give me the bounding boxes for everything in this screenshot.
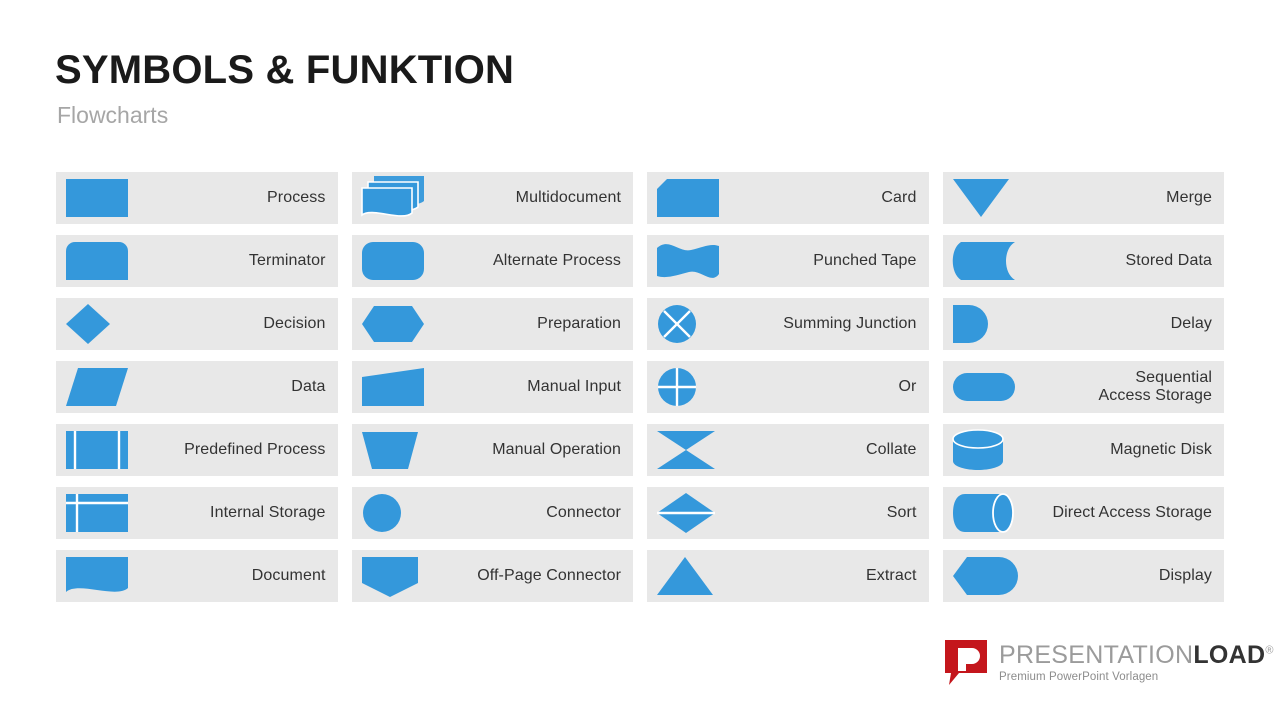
terminator-icon (66, 239, 138, 283)
summing-junction-icon (657, 302, 729, 346)
sort-icon (657, 491, 729, 535)
symbol-label: Internal Storage (210, 504, 326, 522)
symbol-label: Alternate Process (493, 252, 621, 270)
symbol-row[interactable]: Terminator (56, 235, 338, 287)
manual-operation-icon (361, 428, 434, 472)
symbol-label: Terminator (248, 252, 326, 270)
symbol-label: Predefined Process (184, 441, 326, 459)
symbol-row[interactable]: Collate (647, 424, 929, 476)
symbol-label: Merge (1166, 189, 1212, 207)
symbol-label: Card (881, 189, 917, 207)
symbol-row[interactable]: Multidocument (351, 172, 633, 224)
logo-name-light: PRESENTATION (999, 641, 1194, 669)
predefined-process-icon (66, 428, 138, 472)
symbol-row[interactable]: Delay (942, 298, 1224, 350)
symbol-label: Process (267, 189, 326, 207)
symbol-label: Stored Data (1125, 252, 1212, 270)
symbol-label: Display (1158, 567, 1212, 585)
symbol-row[interactable]: Alternate Process (351, 235, 633, 287)
logo-wordmark: PRESENTATIONLOAD® Premium PowerPoint Vor… (999, 642, 1274, 683)
symbol-label: Sequential Access Storage (1098, 369, 1212, 404)
symbol-row[interactable]: Preparation (351, 298, 633, 350)
internal-storage-icon (66, 491, 138, 535)
symbol-column-4: Merge Stored Data Delay Sequential Access St… (942, 172, 1224, 602)
multidocument-icon (360, 176, 434, 220)
registered-mark-icon: ® (1265, 644, 1274, 657)
symbol-row[interactable]: Merge (942, 172, 1224, 224)
symbol-row[interactable]: Extract (647, 550, 929, 602)
punched-tape-icon (657, 239, 729, 283)
symbol-label: Collate (865, 441, 917, 459)
symbol-label: Punched Tape (813, 252, 917, 270)
symbol-label: Preparation (537, 315, 621, 333)
symbol-row[interactable]: Connector (351, 487, 633, 539)
alternate-process-icon (361, 239, 434, 283)
process-icon (66, 176, 138, 220)
symbol-row[interactable]: Document (56, 550, 338, 602)
page-subtitle: Flowcharts (57, 102, 169, 128)
symbol-row[interactable]: Stored Data (942, 235, 1224, 287)
symbol-label: Magnetic Disk (1110, 441, 1212, 459)
symbol-label: Off-Page Connector (477, 567, 621, 585)
symbol-label: Connector (546, 504, 621, 522)
symbol-row[interactable]: Internal Storage (56, 487, 338, 539)
decision-icon (66, 302, 138, 346)
sequential-access-storage-icon (952, 365, 1025, 409)
connector-icon (362, 491, 434, 535)
symbol-row[interactable]: Summing Junction (647, 298, 929, 350)
delay-icon (952, 302, 1025, 346)
symbol-row[interactable]: Manual Input (351, 361, 633, 413)
symbol-row[interactable]: Sequential Access Storage (942, 361, 1224, 413)
logo-name-bold: LOAD (1193, 641, 1266, 669)
symbol-label: Multidocument (515, 189, 621, 207)
symbol-row[interactable]: Card (647, 172, 929, 224)
symbol-row[interactable]: Display (942, 550, 1224, 602)
symbol-row[interactable]: Sort (647, 487, 929, 539)
or-icon (657, 365, 729, 409)
symbol-label: Extract (866, 567, 917, 585)
presentationload-logo: PRESENTATIONLOAD® Premium PowerPoint Vor… (945, 638, 1273, 694)
symbol-row[interactable]: Off-Page Connector (351, 550, 633, 602)
symbol-label: Manual Input (527, 378, 621, 396)
manual-input-icon (361, 365, 434, 409)
symbol-row[interactable]: Process (56, 172, 338, 224)
merge-icon (952, 176, 1025, 220)
symbol-column-3: Card Punched Tape Summing Junction Or Collat… (647, 172, 929, 602)
symbol-row[interactable]: Direct Access Storage (942, 487, 1224, 539)
logo-speech-bubble-icon (945, 640, 987, 686)
stored-data-icon (952, 239, 1025, 283)
logo-tagline: Premium PowerPoint Vorlagen (999, 671, 1159, 684)
symbol-row[interactable]: Data (56, 361, 338, 413)
symbol-row[interactable]: Punched Tape (647, 235, 929, 287)
document-icon (66, 554, 138, 598)
symbol-label: Document (251, 567, 326, 585)
symbol-label: Data (291, 378, 326, 396)
display-icon (952, 554, 1025, 598)
symbol-label: Sort (886, 504, 917, 522)
extract-icon (657, 554, 729, 598)
direct-access-storage-icon (952, 491, 1025, 535)
symbol-label: Or (898, 378, 917, 396)
page-title: SYMBOLS & FUNKTION (55, 48, 515, 92)
symbol-row[interactable]: Or (647, 361, 929, 413)
symbol-row[interactable]: Magnetic Disk (942, 424, 1224, 476)
symbol-label: Decision (263, 315, 326, 333)
symbol-label: Summing Junction (783, 315, 917, 333)
card-icon (657, 176, 729, 220)
symbols-grid: Process Terminator Decision Data Predefined … (56, 172, 1224, 602)
slide: SYMBOLS & FUNKTION Flowcharts Process Ter… (0, 0, 1280, 720)
symbol-column-1: Process Terminator Decision Data Predefined … (56, 172, 338, 602)
off-page-connector-icon (361, 554, 434, 598)
symbol-row[interactable]: Predefined Process (56, 424, 338, 476)
symbol-label: Manual Operation (492, 441, 621, 459)
data-icon (66, 365, 138, 409)
preparation-icon (361, 302, 434, 346)
symbol-row[interactable]: Manual Operation (351, 424, 633, 476)
magnetic-disk-icon (951, 428, 1025, 472)
symbol-row[interactable]: Decision (56, 298, 338, 350)
symbol-column-2: Multidocument Alternate Process Preparatio… (351, 172, 633, 602)
symbol-label: Direct Access Storage (1052, 504, 1212, 522)
symbol-label: Delay (1170, 315, 1212, 333)
collate-icon (657, 428, 729, 472)
